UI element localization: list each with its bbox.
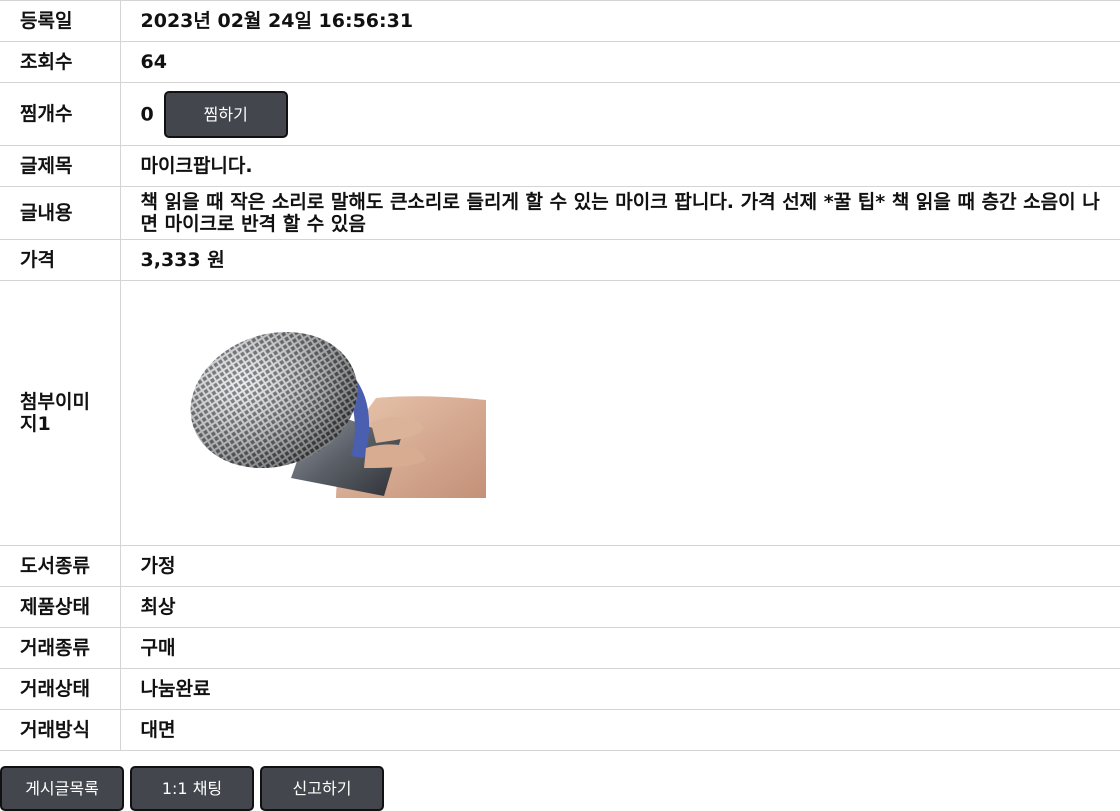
label-trade-type: 거래종류 [0,627,121,669]
value-price: 3,333 원 [120,239,1120,281]
row-trade-status: 거래상태 나눔완료 [0,668,1120,710]
row-trade-type: 거래종류 구매 [0,627,1120,669]
value-views: 64 [120,41,1120,83]
value-book-type: 가정 [120,545,1120,587]
value-content: 책 읽을 때 작은 소리로 말해도 큰소리로 들리게 할 수 있는 마이크 팝니… [120,186,1120,240]
label-price: 가격 [0,239,121,281]
value-condition: 최상 [120,586,1120,628]
footer-actions: 게시글목록 1:1 채팅 신고하기 [0,766,384,811]
row-views: 조회수 64 [0,41,1120,83]
row-likes: 찜개수 0 찜하기 [0,82,1120,146]
label-trade-method: 거래방식 [0,709,121,751]
label-book-type: 도서종류 [0,545,121,587]
label-registered: 등록일 [0,0,121,42]
label-likes: 찜개수 [0,82,121,146]
value-image-cell [120,280,1120,546]
label-title: 글제목 [0,145,121,187]
label-content: 글내용 [0,186,121,240]
row-title: 글제목 마이크팝니다. [0,145,1120,187]
attached-image [186,328,486,498]
row-book-type: 도서종류 가정 [0,545,1120,587]
post-detail-table: 등록일 2023년 02월 24일 16:56:31 조회수 64 찜개수 0찜… [0,0,1120,751]
row-condition: 제품상태 최상 [0,586,1120,628]
label-trade-status: 거래상태 [0,668,121,710]
value-registered: 2023년 02월 24일 16:56:31 [120,0,1120,42]
row-content: 글내용 책 읽을 때 작은 소리로 말해도 큰소리로 들리게 할 수 있는 마이… [0,186,1120,240]
row-image: 첨부이미지1 [0,280,1120,546]
value-trade-type: 구매 [120,627,1120,669]
label-image: 첨부이미지1 [0,280,121,546]
value-title: 마이크팝니다. [120,145,1120,187]
microphone-photo [190,331,486,498]
like-count: 0 [140,103,154,125]
label-condition: 제품상태 [0,586,121,628]
row-price: 가격 3,333 원 [0,239,1120,281]
label-views: 조회수 [0,41,121,83]
row-registered: 등록일 2023년 02월 24일 16:56:31 [0,0,1120,42]
chat-button[interactable]: 1:1 채팅 [130,766,254,811]
value-trade-status: 나눔완료 [120,668,1120,710]
post-list-button[interactable]: 게시글목록 [0,766,124,811]
report-button[interactable]: 신고하기 [260,766,384,811]
value-trade-method: 대면 [120,709,1120,751]
like-button[interactable]: 찜하기 [163,90,288,138]
row-trade-method: 거래방식 대면 [0,709,1120,751]
value-likes-cell: 0 찜하기 [120,82,1120,146]
